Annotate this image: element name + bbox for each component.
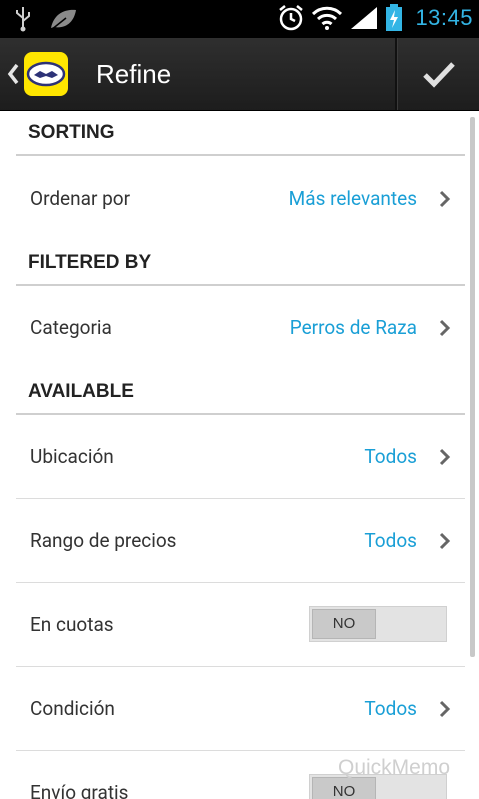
- refine-list[interactable]: SORTING Ordenar por Más relevantes FILTE…: [0, 111, 479, 799]
- section-header-available: AVAILABLE: [16, 370, 465, 415]
- row-condicion[interactable]: Condición Todos: [16, 667, 465, 751]
- row-value: Más relevantes: [288, 187, 417, 210]
- chevron-right-icon: [439, 448, 451, 466]
- quickmemo-watermark: QuickMemo: [338, 756, 451, 779]
- done-button[interactable]: [398, 38, 479, 110]
- alarm-icon: [279, 5, 304, 31]
- row-ordenar-por[interactable]: Ordenar por Más relevantes: [16, 157, 465, 241]
- row-label: Rango de precios: [30, 529, 177, 552]
- checkmark-icon: [422, 62, 455, 88]
- row-label: Categoria: [30, 316, 112, 339]
- row-value: Todos: [364, 445, 417, 468]
- back-button[interactable]: [6, 38, 90, 110]
- wifi-icon: [312, 6, 343, 30]
- signal-icon: [351, 7, 378, 29]
- row-label: Envío gratis: [30, 781, 129, 799]
- section-header-sorting: SORTING: [16, 111, 465, 156]
- row-label: Condición: [30, 697, 115, 720]
- battery-charging-icon: [386, 4, 403, 31]
- chevron-left-icon: [7, 63, 19, 85]
- action-bar: Refine: [0, 38, 479, 111]
- row-value: Perros de Raza: [289, 316, 417, 339]
- chevron-right-icon: [439, 700, 451, 718]
- section-title: SORTING: [28, 122, 115, 143]
- chevron-right-icon: [439, 319, 451, 337]
- row-label: Ubicación: [30, 445, 114, 468]
- row-rango-de-precios[interactable]: Rango de precios Todos: [16, 499, 465, 583]
- section-title: AVAILABLE: [28, 381, 134, 402]
- section-header-filtered-by: FILTERED BY: [16, 241, 465, 286]
- chevron-right-icon: [439, 532, 451, 550]
- row-en-cuotas: En cuotas NO: [16, 583, 465, 667]
- handshake-logo-icon: [26, 61, 66, 87]
- row-label: En cuotas: [30, 613, 114, 636]
- app-logo: [24, 52, 68, 96]
- status-time: 13:45: [415, 5, 473, 30]
- leaf-icon: [50, 9, 76, 31]
- row-categoria[interactable]: Categoria Perros de Raza: [16, 286, 465, 370]
- en-cuotas-toggle[interactable]: NO: [309, 606, 447, 642]
- section-title: FILTERED BY: [28, 252, 152, 273]
- toggle-thumb: NO: [312, 777, 376, 799]
- row-label: Ordenar por: [30, 187, 131, 210]
- scrollbar[interactable]: [470, 117, 475, 657]
- row-ubicacion[interactable]: Ubicación Todos: [16, 415, 465, 499]
- toggle-thumb: NO: [312, 609, 376, 639]
- usb-icon: [16, 7, 30, 32]
- page-title: Refine: [96, 59, 172, 89]
- status-bar: 13:45: [0, 0, 479, 38]
- chevron-right-icon: [439, 190, 451, 208]
- row-value: Todos: [364, 697, 417, 720]
- row-value: Todos: [364, 529, 417, 552]
